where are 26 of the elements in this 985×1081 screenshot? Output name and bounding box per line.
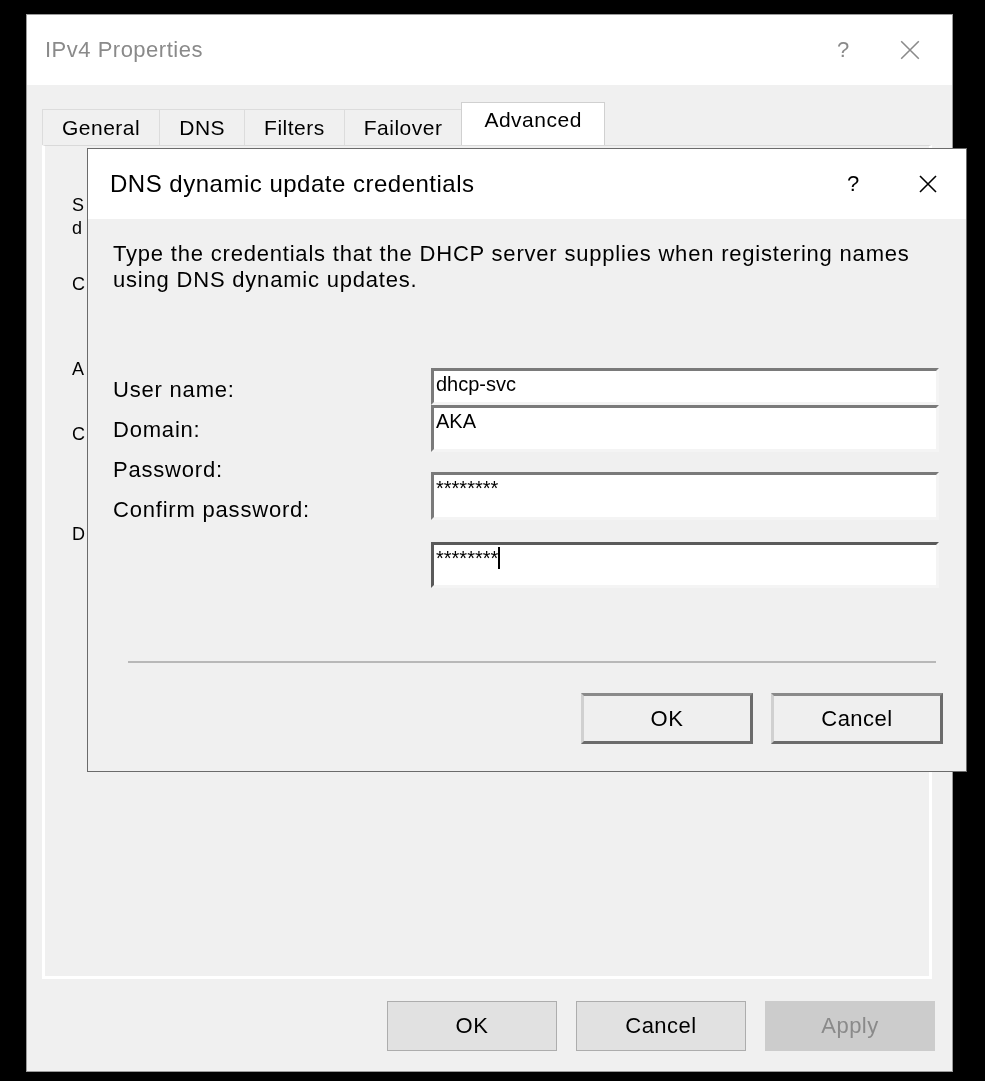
close-icon bbox=[899, 39, 921, 61]
field-label: User name: bbox=[113, 376, 236, 404]
dialog-button[interactable]: Cancel bbox=[576, 1001, 746, 1051]
partial-label: S bbox=[72, 194, 84, 216]
input-field[interactable]: ******** bbox=[431, 472, 939, 520]
dialog-button[interactable]: OK bbox=[581, 693, 753, 744]
close-icon bbox=[918, 174, 938, 194]
partial-label: C bbox=[72, 423, 84, 445]
partial-label: D bbox=[72, 523, 84, 545]
field-label: Domain: bbox=[113, 416, 202, 444]
tab[interactable]: Advanced bbox=[461, 102, 605, 145]
field-label: Confirm password: bbox=[113, 496, 311, 524]
dialog-button[interactable]: OK bbox=[387, 1001, 557, 1051]
help-button[interactable]: ? bbox=[838, 171, 868, 197]
partial-label: d bbox=[72, 217, 83, 239]
dialog-button[interactable]: Cancel bbox=[771, 693, 943, 744]
field-label: Password: bbox=[113, 456, 224, 484]
partial-label: A bbox=[72, 358, 84, 380]
tab[interactable]: General bbox=[42, 109, 161, 145]
input-field[interactable]: dhcp-svc bbox=[431, 368, 939, 405]
input-field[interactable]: AKA bbox=[431, 405, 939, 452]
instruction-text: Type the credentials that the DHCP server supplies when registering names using DNS dynamic updates. bbox=[113, 241, 911, 293]
input-field[interactable]: ******** bbox=[431, 542, 939, 588]
partial-label: C bbox=[72, 273, 84, 295]
dialog-title: DNS dynamic update credentials bbox=[110, 170, 476, 198]
window-title: IPv4 Properties bbox=[45, 37, 204, 63]
